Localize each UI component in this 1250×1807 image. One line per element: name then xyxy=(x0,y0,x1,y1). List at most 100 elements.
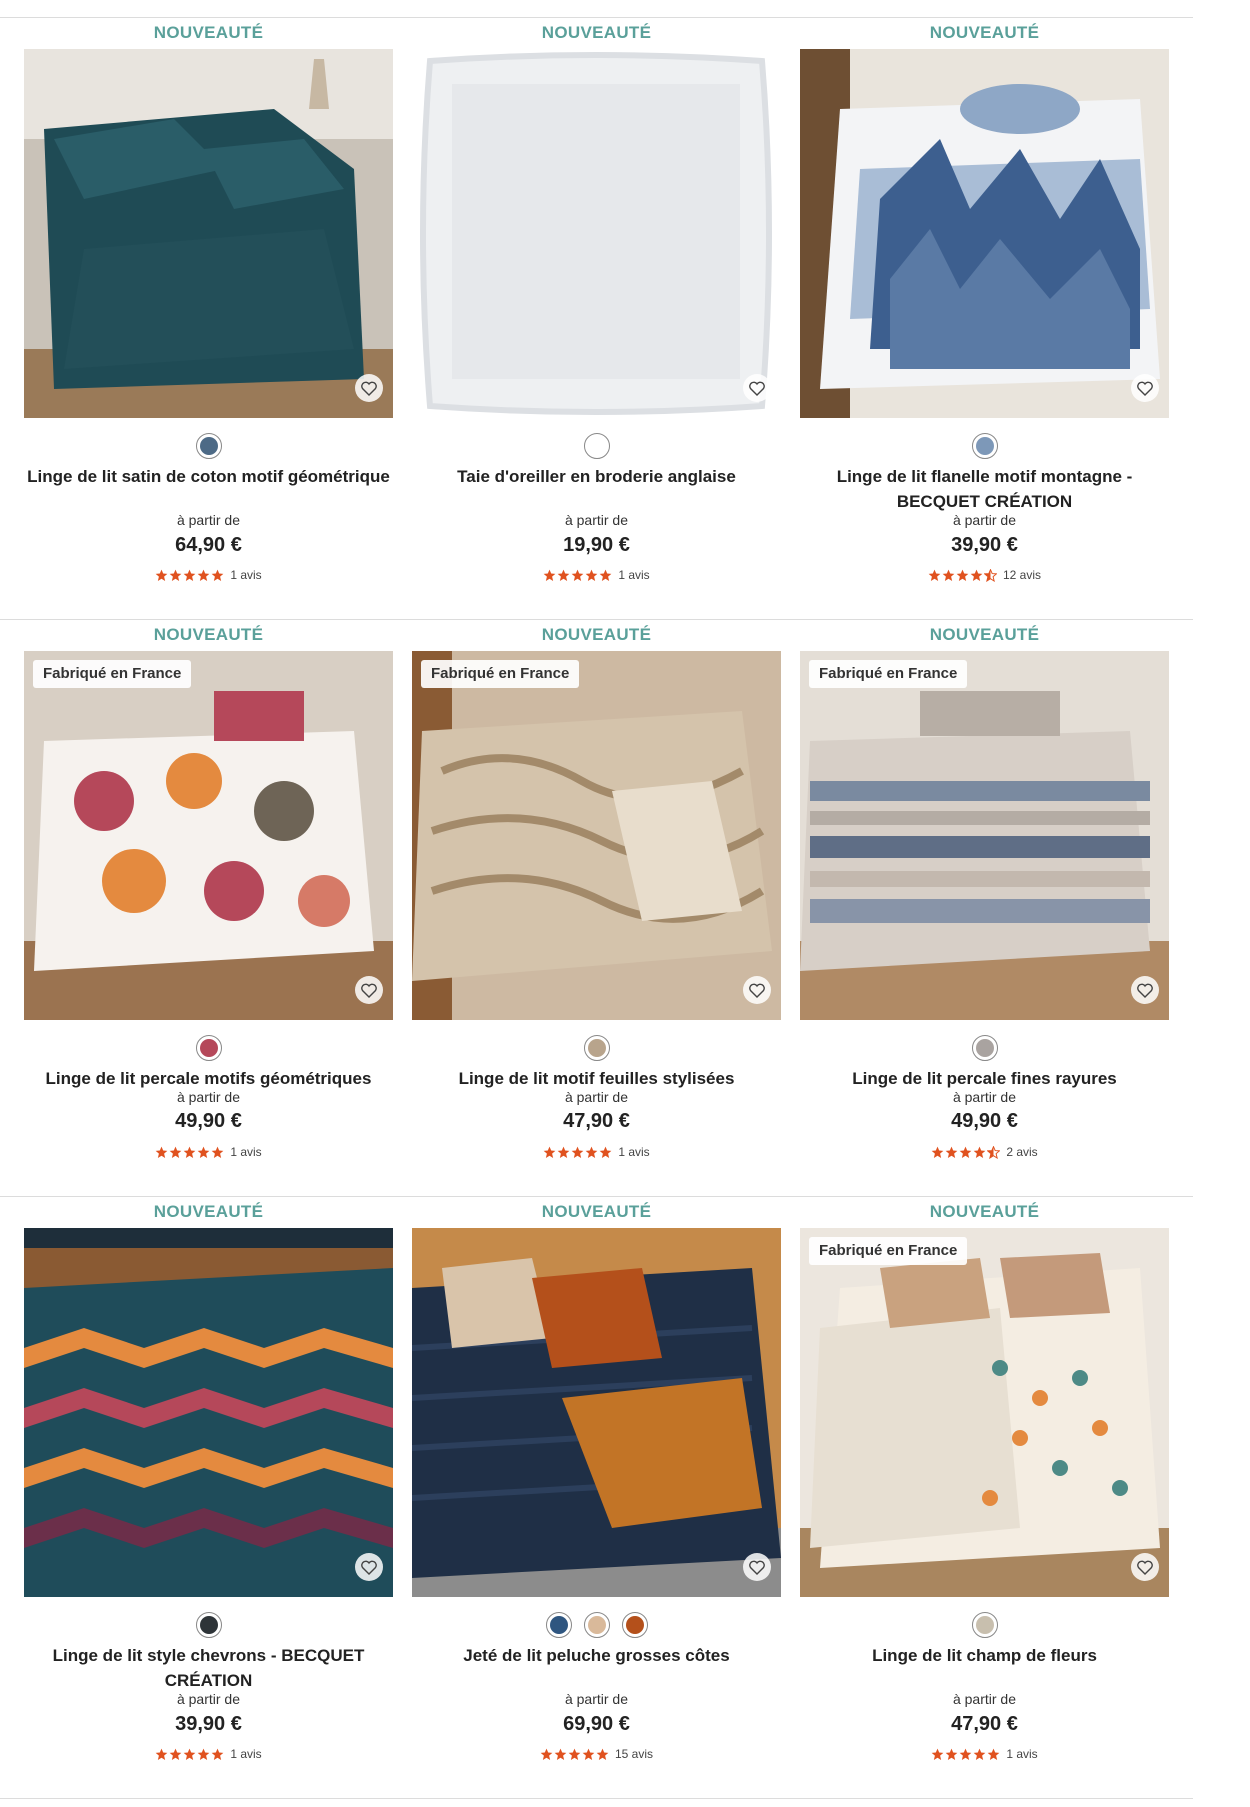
review-count[interactable]: 1 avis xyxy=(1006,1747,1037,1761)
product-image[interactable] xyxy=(800,49,1169,418)
product-card[interactable]: NOUVEAUTÉ Linge de lit style chevrons - … xyxy=(24,1201,393,1761)
product-title[interactable]: Taie d'oreiller en broderie anglaise xyxy=(412,464,781,489)
review-count[interactable]: 1 avis xyxy=(230,1747,261,1761)
review-count[interactable]: 1 avis xyxy=(230,1145,261,1159)
wishlist-heart-icon[interactable] xyxy=(355,976,383,1004)
product-card[interactable]: NOUVEAUTÉ Fabriqué en France Linge de li… xyxy=(800,1201,1169,1761)
product-image[interactable] xyxy=(412,1228,781,1597)
product-image[interactable]: Fabriqué en France xyxy=(24,651,393,1020)
color-swatches xyxy=(24,1612,393,1638)
review-count[interactable]: 2 avis xyxy=(1006,1145,1037,1159)
star-rating-icon xyxy=(543,1146,612,1159)
product-price: 64,90 € xyxy=(175,534,242,556)
star-rating-icon xyxy=(155,569,224,582)
rating: 1 avis xyxy=(412,568,781,582)
row-divider xyxy=(0,1798,1193,1799)
new-badge: NOUVEAUTÉ xyxy=(153,625,264,644)
product-card[interactable]: NOUVEAUTÉ Linge de lit satin de coton mo… xyxy=(24,22,393,582)
review-count[interactable]: 1 avis xyxy=(230,568,261,582)
made-in-france-badge: Fabriqué en France xyxy=(421,660,580,688)
product-card[interactable]: NOUVEAUTÉ Fabriqué en France Linge de li… xyxy=(800,624,1169,1184)
color-swatch[interactable] xyxy=(971,433,998,459)
wishlist-heart-icon[interactable] xyxy=(1131,1553,1159,1581)
review-count[interactable]: 12 avis xyxy=(1003,568,1041,582)
rating: 1 avis xyxy=(24,1747,393,1761)
product-title[interactable]: Linge de lit champ de fleurs xyxy=(800,1643,1169,1668)
product-image[interactable]: Fabriqué en France xyxy=(412,651,781,1020)
color-swatch[interactable] xyxy=(195,1612,222,1638)
color-swatches xyxy=(412,1612,781,1638)
wishlist-heart-icon[interactable] xyxy=(355,374,383,402)
star-rating-icon xyxy=(543,569,612,582)
color-swatch[interactable] xyxy=(583,433,610,459)
product-title[interactable]: Linge de lit satin de coton motif géomét… xyxy=(24,464,393,489)
price-from-label: à partir de xyxy=(952,512,1017,528)
product-image[interactable] xyxy=(412,49,781,418)
product-card[interactable]: NOUVEAUTÉ Linge de lit flanelle motif mo… xyxy=(800,22,1169,582)
wishlist-heart-icon[interactable] xyxy=(743,976,771,1004)
product-title[interactable]: Linge de lit percale fines rayures xyxy=(800,1066,1169,1091)
product-image[interactable] xyxy=(24,1228,393,1597)
product-card[interactable]: NOUVEAUTÉ Fabriqué en France Linge de li… xyxy=(412,624,781,1184)
review-count[interactable]: 1 avis xyxy=(618,568,649,582)
color-swatch[interactable] xyxy=(195,1035,222,1061)
color-swatches xyxy=(24,1035,393,1061)
product-price: 47,90 € xyxy=(951,1713,1018,1735)
star-rating-icon xyxy=(931,1748,1000,1761)
color-swatch[interactable] xyxy=(195,433,222,459)
wishlist-heart-icon[interactable] xyxy=(1131,976,1159,1004)
color-swatch[interactable] xyxy=(971,1612,998,1638)
product-title[interactable]: Jeté de lit peluche grosses côtes xyxy=(412,1643,781,1668)
rating: 1 avis xyxy=(800,1747,1169,1761)
color-swatches xyxy=(412,433,781,459)
new-badge: NOUVEAUTÉ xyxy=(541,625,652,644)
star-rating-icon xyxy=(540,1748,609,1761)
new-badge: NOUVEAUTÉ xyxy=(929,625,1040,644)
product-image[interactable]: Fabriqué en France xyxy=(800,651,1169,1020)
color-swatch[interactable] xyxy=(545,1612,572,1638)
made-in-france-badge: Fabriqué en France xyxy=(33,660,192,688)
made-in-france-badge: Fabriqué en France xyxy=(809,1237,968,1265)
color-swatches xyxy=(800,1612,1169,1638)
product-title[interactable]: Linge de lit motif feuilles stylisées xyxy=(412,1066,781,1091)
color-swatches xyxy=(412,1035,781,1061)
product-card[interactable]: NOUVEAUTÉ Jeté de lit peluche grosses cô… xyxy=(412,1201,781,1761)
new-badge: NOUVEAUTÉ xyxy=(153,1202,264,1221)
product-card[interactable]: NOUVEAUTÉ Fabriqué en France Linge de li… xyxy=(24,624,393,1184)
wishlist-heart-icon[interactable] xyxy=(1131,374,1159,402)
new-badge: NOUVEAUTÉ xyxy=(153,23,264,42)
product-card[interactable]: NOUVEAUTÉ Taie d'oreiller en broderie an… xyxy=(412,22,781,582)
product-image[interactable]: Fabriqué en France xyxy=(800,1228,1169,1597)
color-swatches xyxy=(800,1035,1169,1061)
product-price: 39,90 € xyxy=(175,1713,242,1735)
rating: 1 avis xyxy=(24,568,393,582)
wishlist-heart-icon[interactable] xyxy=(743,374,771,402)
new-badge: NOUVEAUTÉ xyxy=(929,1202,1040,1221)
new-badge: NOUVEAUTÉ xyxy=(929,23,1040,42)
price-from-label: à partir de xyxy=(564,512,629,528)
product-price: 47,90 € xyxy=(563,1110,630,1132)
wishlist-heart-icon[interactable] xyxy=(355,1553,383,1581)
color-swatch[interactable] xyxy=(621,1612,648,1638)
product-title[interactable]: Linge de lit flanelle motif montagne - B… xyxy=(800,464,1169,514)
product-title[interactable]: Linge de lit style chevrons - BECQUET CR… xyxy=(24,1643,393,1693)
review-count[interactable]: 1 avis xyxy=(618,1145,649,1159)
price-from-label: à partir de xyxy=(952,1089,1017,1105)
product-title[interactable]: Linge de lit percale motifs géométriques xyxy=(24,1066,393,1091)
rating: 1 avis xyxy=(412,1145,781,1159)
row-divider xyxy=(0,619,1193,620)
rating: 15 avis xyxy=(412,1747,781,1761)
color-swatch[interactable] xyxy=(583,1035,610,1061)
price-from-label: à partir de xyxy=(564,1089,629,1105)
color-swatch[interactable] xyxy=(971,1035,998,1061)
made-in-france-badge: Fabriqué en France xyxy=(809,660,968,688)
color-swatch[interactable] xyxy=(583,1612,610,1638)
product-price: 19,90 € xyxy=(563,534,630,556)
product-image[interactable] xyxy=(24,49,393,418)
rating: 1 avis xyxy=(24,1145,393,1159)
new-badge: NOUVEAUTÉ xyxy=(541,23,652,42)
product-price: 69,90 € xyxy=(563,1713,630,1735)
wishlist-heart-icon[interactable] xyxy=(743,1553,771,1581)
review-count[interactable]: 15 avis xyxy=(615,1747,653,1761)
rating: 2 avis xyxy=(800,1145,1169,1159)
